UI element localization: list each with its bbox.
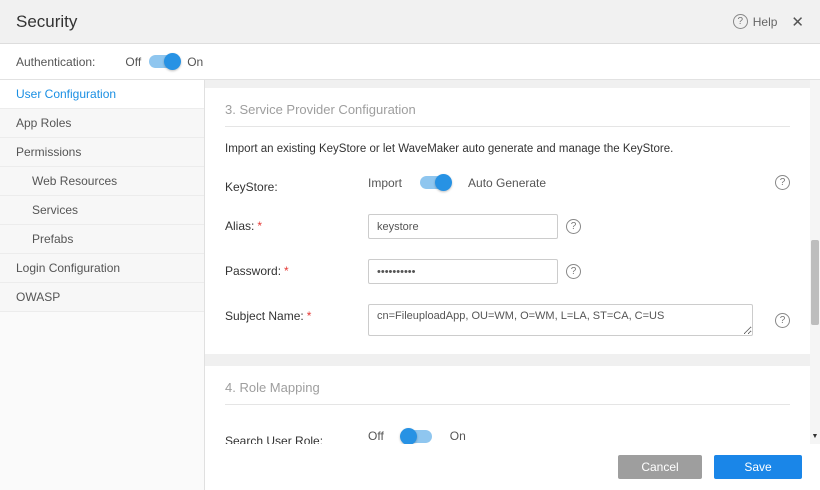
alias-required-marker: * bbox=[257, 219, 262, 233]
help-icon: ? bbox=[733, 14, 748, 29]
keystore-label: KeyStore: bbox=[225, 175, 368, 194]
help-label: Help bbox=[753, 15, 778, 29]
section-3-title: 3. Service Provider Configuration bbox=[225, 102, 790, 127]
password-row: Password:* ? bbox=[225, 259, 790, 284]
search-role-on-label: On bbox=[450, 429, 466, 443]
scroll-down-arrow-icon[interactable]: ▼ bbox=[810, 433, 820, 440]
alias-label: Alias:* bbox=[225, 214, 368, 233]
keystore-row: KeyStore: Import Auto Generate ? bbox=[225, 175, 790, 194]
subject-name-label: Subject Name:* bbox=[225, 304, 368, 323]
search-user-role-row: Search User Role: Off On bbox=[225, 429, 790, 444]
authentication-off-label: Off bbox=[125, 55, 141, 69]
sidebar-item-app-roles[interactable]: App Roles bbox=[0, 109, 204, 138]
scrollbar-thumb[interactable] bbox=[811, 240, 819, 325]
subject-required-marker: * bbox=[307, 309, 312, 323]
sidebar-item-user-configuration[interactable]: User Configuration bbox=[0, 80, 204, 109]
service-provider-configuration-panel: 3. Service Provider Configuration Import… bbox=[205, 88, 810, 354]
subject-help-icon[interactable]: ? bbox=[775, 313, 790, 328]
content-area: 3. Service Provider Configuration Import… bbox=[205, 80, 820, 490]
search-user-role-toggle[interactable] bbox=[402, 430, 432, 443]
vertical-scrollbar[interactable]: ▼ bbox=[810, 80, 820, 444]
page-title: Security bbox=[16, 12, 77, 32]
save-button[interactable]: Save bbox=[714, 455, 802, 479]
sidebar-item-owasp[interactable]: OWASP bbox=[0, 283, 204, 312]
authentication-toggle[interactable] bbox=[149, 55, 179, 68]
keystore-help-icon[interactable]: ? bbox=[775, 175, 790, 190]
sidebar-item-services[interactable]: Services bbox=[0, 196, 204, 225]
authentication-on-label: On bbox=[187, 55, 203, 69]
password-input[interactable] bbox=[368, 259, 558, 284]
sidebar-item-login-configuration[interactable]: Login Configuration bbox=[0, 254, 204, 283]
sidebar-item-prefabs[interactable]: Prefabs bbox=[0, 225, 204, 254]
subject-name-label-text: Subject Name: bbox=[225, 309, 304, 323]
subject-name-row: Subject Name:* cn=FileuploadApp, OU=WM, … bbox=[225, 304, 790, 336]
alias-label-text: Alias: bbox=[225, 219, 254, 233]
search-role-off-label: Off bbox=[368, 429, 384, 443]
toggle-knob bbox=[400, 428, 417, 445]
cancel-button[interactable]: Cancel bbox=[618, 455, 702, 479]
section-4-title: 4. Role Mapping bbox=[225, 380, 790, 405]
password-label: Password:* bbox=[225, 259, 368, 278]
window-header: Security ? Help ✕ bbox=[0, 0, 820, 44]
sidebar: User Configuration App Roles Permissions… bbox=[0, 80, 205, 490]
authentication-bar: Authentication: Off On bbox=[0, 44, 820, 80]
sidebar-item-web-resources[interactable]: Web Resources bbox=[0, 167, 204, 196]
authentication-label: Authentication: bbox=[16, 55, 95, 69]
toggle-knob bbox=[164, 53, 181, 70]
keystore-toggle[interactable] bbox=[420, 176, 450, 189]
role-mapping-panel: 4. Role Mapping Search User Role: Off On bbox=[205, 366, 810, 444]
keystore-autogenerate-label: Auto Generate bbox=[468, 176, 546, 190]
sidebar-item-permissions[interactable]: Permissions bbox=[0, 138, 204, 167]
close-icon[interactable]: ✕ bbox=[791, 13, 804, 31]
help-button[interactable]: ? Help bbox=[733, 14, 778, 29]
password-required-marker: * bbox=[284, 264, 289, 278]
search-user-role-label: Search User Role: bbox=[225, 429, 368, 444]
subject-name-textarea[interactable]: cn=FileuploadApp, OU=WM, O=WM, L=LA, ST=… bbox=[368, 304, 753, 336]
alias-input[interactable] bbox=[368, 214, 558, 239]
alias-row: Alias:* ? bbox=[225, 214, 790, 239]
footer-actions: Cancel Save bbox=[205, 444, 820, 490]
keystore-import-label: Import bbox=[368, 176, 402, 190]
scrollable-content: 3. Service Provider Configuration Import… bbox=[205, 80, 810, 444]
section-3-description: Import an existing KeyStore or let WaveM… bbox=[225, 143, 790, 155]
alias-help-icon[interactable]: ? bbox=[566, 219, 581, 234]
toggle-knob bbox=[435, 174, 452, 191]
password-help-icon[interactable]: ? bbox=[566, 264, 581, 279]
password-label-text: Password: bbox=[225, 264, 281, 278]
